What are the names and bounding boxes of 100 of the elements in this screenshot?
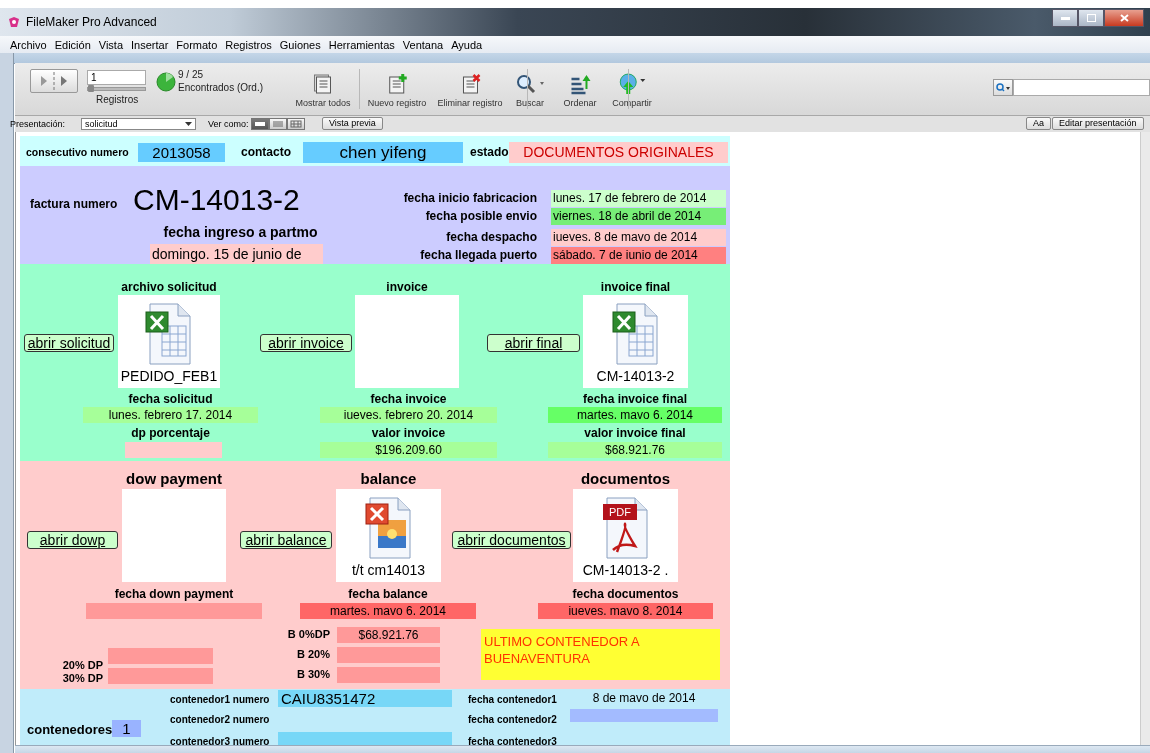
amount-field[interactable] [108,648,213,664]
menu-item[interactable]: Insertar [127,38,173,51]
field-label: dow payment [125,470,223,487]
invoice-number-field[interactable]: CM-14013-2 [133,182,313,218]
layout-dropdown[interactable]: solicitud [81,118,196,130]
view-mode-icon [272,120,284,128]
count-field[interactable]: 1 [112,720,141,737]
date-field[interactable]: martes. mavo 6. 2014 [548,407,722,423]
field-label: B 30% [295,668,330,680]
menu-item[interactable]: Archivo [6,38,51,51]
menu-item[interactable]: Herramientas [324,38,399,51]
view-mode-button[interactable] [287,118,305,130]
field-label: contacto [241,145,291,159]
field-label: invoice [385,280,429,294]
amount-field[interactable]: $196.209.60 [320,442,497,458]
minimize-icon [1060,16,1070,20]
date-field[interactable]: lunes. 17 de febrero de 2014 [551,190,726,207]
search-options-button[interactable] [993,79,1013,96]
date-field[interactable]: viernes. 18 de abril de 2014 [551,208,726,225]
field-label: archivo solicitud [120,280,218,294]
date-field[interactable]: iueves. febrero 20. 2014 [320,407,497,423]
image-file-icon [363,496,414,560]
preview-button[interactable]: Vista previa [322,117,383,130]
date-field[interactable]: domingo. 15 de junio de [150,244,323,264]
view-mode-button[interactable] [269,118,287,130]
amount-field[interactable] [125,442,222,458]
search-field[interactable] [1013,79,1150,96]
date-field[interactable]: sábado. 7 de iunio de 2014 [551,247,726,264]
toolbar-button[interactable]: Eliminar registro [437,73,503,108]
field-label: fecha ingreso a partmo [162,224,319,240]
field-label: B 0%DP [286,628,330,640]
spreadsheet-file-icon [144,302,194,366]
slider-thumb[interactable] [88,85,94,92]
open-file-button[interactable]: abrir balance [240,531,332,549]
font-size-button[interactable]: Aa [1026,117,1051,130]
open-file-button[interactable]: abrir final [487,334,580,352]
field-label: fecha llegada puerto [419,248,537,262]
close-button[interactable] [1104,9,1144,27]
date-field[interactable]: 8 de mavo de 2014 [570,691,718,706]
consecutive-number-field[interactable]: 2013058 [138,143,225,162]
menu-item[interactable]: Registros [221,38,276,51]
file-container[interactable]: CM-14013-2 [583,295,688,388]
date-field[interactable]: martes. mavo 6. 2014 [300,603,476,619]
file-name: CM-14013-2 . [582,562,669,578]
file-container[interactable]: t/t cm14013 [336,489,441,582]
amount-field[interactable] [337,647,440,663]
share-icon [618,73,646,95]
minimize-button[interactable] [1052,9,1078,27]
menu-item[interactable]: Ventana [398,38,448,51]
view-as-label: Ver como: [208,118,249,131]
date-field[interactable]: iueves. 8 de mavo de 2014 [551,229,726,246]
field-label: fecha documentos [571,587,680,601]
toolbar-button[interactable]: Nuevo registro [367,73,427,108]
field-label: fecha invoice final [581,392,688,406]
date-field[interactable] [86,603,262,619]
vertical-scrollbar[interactable] [1140,132,1150,745]
amount-field[interactable] [337,667,440,683]
found-label: Encontrados (Ord.) [178,82,264,93]
date-field[interactable]: lunes. febrero 17. 2014 [83,407,258,423]
open-file-button[interactable]: abrir dowp [27,531,118,549]
status-field[interactable]: DOCUMENTOS ORIGINALES [509,142,728,163]
field-label: contenedores [27,722,113,737]
horizontal-scrollbar[interactable] [15,745,1150,753]
date-field[interactable] [570,709,718,722]
amount-field[interactable]: $68.921.76 [337,627,440,643]
spreadsheet-file-icon [610,302,661,366]
open-file-button[interactable]: abrir documentos [452,531,571,549]
file-container[interactable]: PDF CM-14013-2 . [573,489,678,582]
open-file-button[interactable]: abrir invoice [260,334,352,352]
pie-chart-icon [156,72,176,92]
date-field[interactable]: iueves. mavo 8. 2014 [538,603,713,619]
edit-layout-button[interactable]: Editar presentación [1052,117,1144,130]
toolbar-button[interactable]: Buscar [515,73,545,108]
book-navigation-icon[interactable] [30,69,78,93]
field-label: balance [359,470,418,487]
container-number-field[interactable]: CAIU8351472 [278,690,452,707]
menu-item[interactable]: Edición [50,38,95,51]
open-file-button[interactable]: abrir solicitud [24,334,114,352]
file-container[interactable] [122,489,226,582]
amount-field[interactable]: $68.921.76 [548,442,722,458]
toolbar-button[interactable]: Ordenar [563,73,597,108]
menu-item[interactable]: Vista [94,38,128,51]
menu-item[interactable]: Formato [172,38,222,51]
view-mode-button[interactable] [251,118,269,130]
file-container[interactable] [355,295,459,388]
field-label: fecha balance [347,587,429,601]
menu-item[interactable]: Guiones [275,38,325,51]
toolbar-button[interactable]: Mostrar todos [295,73,351,108]
field-label: fecha inicio fabricacion [402,191,537,205]
file-container[interactable]: PEDIDO_FEB1 [118,295,220,388]
caret-icon [185,122,192,126]
record-number-field[interactable]: 1 [87,70,146,85]
maximize-button[interactable] [1078,9,1104,27]
container-number-field[interactable] [278,732,452,745]
file-name: CM-14013-2 [596,368,675,384]
contact-field[interactable]: chen yifeng [303,142,463,163]
amount-field[interactable] [108,668,213,684]
field-label: documentos [579,470,672,487]
menu-item[interactable]: Ayuda [447,38,487,51]
record-slider[interactable] [87,87,146,91]
